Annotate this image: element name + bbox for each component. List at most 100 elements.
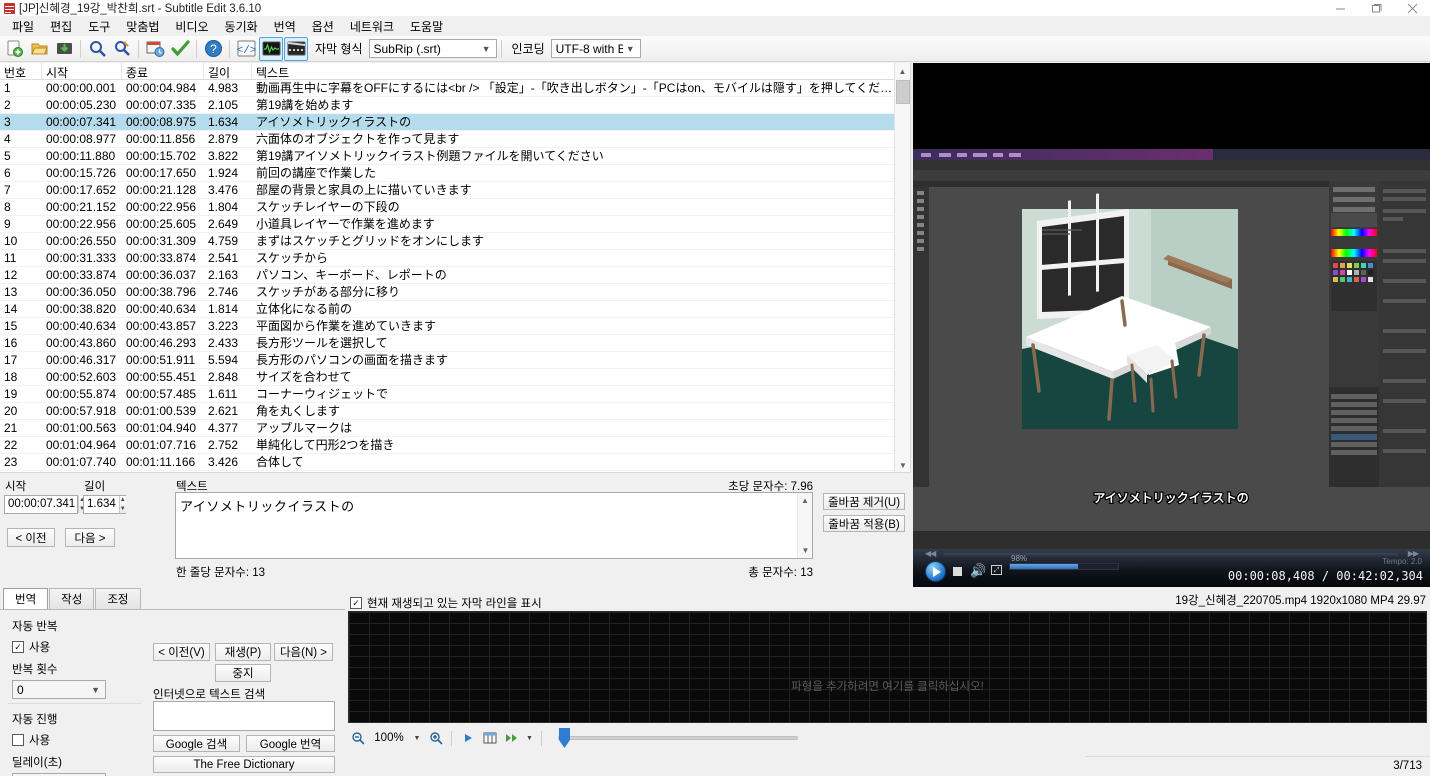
list-scrollbar[interactable]: ▲ ▼	[894, 63, 910, 472]
stepper-down-icon[interactable]: ▼	[120, 505, 126, 514]
unbreak-button[interactable]: 줄바꿈 제거(U)	[823, 493, 905, 510]
stepper-up-icon[interactable]: ▲	[120, 496, 126, 505]
menu-tools[interactable]: 도구	[80, 16, 118, 37]
list-body[interactable]: 1 00:00:00.001 00:00:04.984 4.983 動画再生中に字幕をO…	[0, 80, 910, 472]
zoom-out-icon[interactable]	[348, 729, 367, 748]
playback-next-button[interactable]: 다음(N) >	[274, 643, 333, 661]
start-time-input[interactable]: 00:00:07.341 ▲▼	[4, 495, 86, 514]
internet-search-input[interactable]	[153, 701, 335, 731]
table-row[interactable]: 10 00:00:26.550 00:00:31.309 4.759 まずはスケッチとグ…	[0, 233, 910, 250]
column-text[interactable]: 텍스트	[252, 63, 910, 79]
menu-sync[interactable]: 동기화	[217, 16, 266, 37]
maximize-button[interactable]	[1358, 0, 1394, 17]
spellcheck-icon[interactable]	[168, 37, 192, 61]
repeat-count-select[interactable]: 0 ▼	[12, 680, 106, 699]
free-dictionary-button[interactable]: The Free Dictionary	[153, 756, 335, 773]
waveform-toggle-icon[interactable]	[259, 36, 283, 61]
table-row[interactable]: 3 00:00:07.341 00:00:08.975 1.634 アイソメトリックイラ…	[0, 114, 910, 131]
auto-repeat-checkbox[interactable]: ✓ 사용	[12, 639, 142, 655]
text-scrollbar[interactable]: ▲ ▼	[797, 493, 812, 558]
waveform-hint[interactable]: 파형을 추가하려면 여기를 클릭하십시오!	[791, 678, 984, 694]
zoom-in-icon[interactable]	[426, 729, 445, 748]
playback-previous-button[interactable]: < 이전(V)	[153, 643, 210, 661]
table-row[interactable]: 2 00:00:05.230 00:00:07.335 2.105 第19講を始めます	[0, 97, 910, 114]
scroll-up-icon[interactable]: ▲	[798, 493, 812, 508]
subtitle-text-input[interactable]: アイソメトリックイラストの ▲ ▼	[175, 492, 813, 559]
scroll-up-icon[interactable]: ▲	[895, 63, 910, 79]
slider-thumb[interactable]	[559, 728, 570, 748]
table-row[interactable]: 21 00:01:00.563 00:01:04.940 4.377 アップルマークは	[0, 420, 910, 437]
table-row[interactable]: 13 00:00:36.050 00:00:38.796 2.746 スケッチがある部分…	[0, 284, 910, 301]
scroll-down-icon[interactable]: ▼	[798, 543, 812, 558]
auto-break-button[interactable]: 줄바꿈 적용(B)	[823, 515, 905, 532]
rewind-icon[interactable]: ◀◀	[925, 549, 936, 558]
replace-icon[interactable]	[110, 37, 134, 61]
fix-timing-icon[interactable]	[143, 37, 167, 61]
waveform-canvas[interactable]: 파형을 추가하려면 여기를 클릭하십시오!	[348, 611, 1427, 723]
tab-translate[interactable]: 번역	[3, 588, 49, 609]
previous-subtitle-button[interactable]: < 이전	[7, 528, 55, 547]
menu-spellcheck[interactable]: 맞춤법	[118, 16, 167, 37]
subtitle-list[interactable]: 번호 시작 종료 길이 텍스트 1 00:00:00.001 00:00:04.98…	[0, 63, 911, 473]
table-row[interactable]: 5 00:00:11.880 00:00:15.702 3.822 第19講アイソメトリ…	[0, 148, 910, 165]
chevron-down-icon[interactable]: ▼	[411, 729, 423, 748]
auto-continue-checkbox[interactable]: 사용	[12, 732, 142, 748]
waveform-position-slider[interactable]	[558, 728, 798, 748]
show-current-line-checkbox[interactable]: ✓ 현재 재생되고 있는 자막 라인을 표시	[350, 595, 542, 611]
waveform-zoom-value[interactable]: 100%	[370, 732, 408, 744]
column-number[interactable]: 번호	[0, 63, 42, 79]
close-button[interactable]	[1394, 0, 1430, 17]
column-start[interactable]: 시작	[42, 63, 122, 79]
find-icon[interactable]	[85, 37, 109, 61]
table-row[interactable]: 22 00:01:04.964 00:01:07.716 2.752 単純化して円形2つ…	[0, 437, 910, 454]
table-row[interactable]: 20 00:00:57.918 00:01:00.539 2.621 角を丸くします	[0, 403, 910, 420]
source-view-icon[interactable]: </>	[234, 37, 258, 61]
tab-adjust[interactable]: 조정	[95, 588, 141, 609]
table-row[interactable]: 23 00:01:07.740 00:01:11.166 3.426 合体して	[0, 454, 910, 471]
save-file-icon[interactable]	[52, 37, 76, 61]
table-row[interactable]: 4 00:00:08.977 00:00:11.856 2.879 六面体のオブジェクト…	[0, 131, 910, 148]
next-subtitle-button[interactable]: 다음 >	[65, 528, 115, 547]
fullscreen-icon[interactable]: ⤢	[991, 565, 1002, 575]
play-icon[interactable]	[458, 729, 477, 748]
menu-translate[interactable]: 번역	[266, 16, 304, 37]
video-frame[interactable]: アイソメトリックイラストの	[913, 149, 1430, 549]
menu-file[interactable]: 파일	[4, 16, 42, 37]
video-stop-button[interactable]	[953, 567, 962, 576]
table-row[interactable]: 17 00:00:46.317 00:00:51.911 5.594 長方形のパソコンの…	[0, 352, 910, 369]
table-row[interactable]: 16 00:00:43.860 00:00:46.293 2.433 長方形ツールを選択…	[0, 335, 910, 352]
speaker-icon[interactable]: 🔊	[970, 564, 986, 577]
table-row[interactable]: 8 00:00:21.152 00:00:22.956 1.804 スケッチレイヤーの下…	[0, 199, 910, 216]
volume-bar[interactable]	[1009, 563, 1119, 570]
table-row[interactable]: 11 00:00:31.333 00:00:33.874 2.541 スケッチから	[0, 250, 910, 267]
table-row[interactable]: 18 00:00:52.603 00:00:55.451 2.848 サイズを合わせて	[0, 369, 910, 386]
menu-network[interactable]: 네트워크	[342, 16, 402, 37]
fast-forward-icon[interactable]	[502, 729, 521, 748]
tab-create[interactable]: 작성	[49, 588, 95, 609]
open-file-icon[interactable]	[27, 37, 51, 61]
column-duration[interactable]: 길이	[204, 63, 252, 79]
table-row[interactable]: 1 00:00:00.001 00:00:04.984 4.983 動画再生中に字幕をO…	[0, 80, 910, 97]
volume-control[interactable]: 98%	[1009, 554, 1119, 570]
playback-play-button[interactable]: 재생(P)	[215, 643, 271, 661]
encoding-select[interactable]: UTF-8 with BOM ▼	[550, 39, 641, 58]
menu-help[interactable]: 도움말	[402, 16, 451, 37]
scroll-down-icon[interactable]: ▼	[895, 457, 910, 472]
table-row[interactable]: 12 00:00:33.874 00:00:36.037 2.163 パソコン、キーボー…	[0, 267, 910, 284]
scrollbar-thumb[interactable]	[896, 80, 910, 104]
table-row[interactable]: 19 00:00:55.874 00:00:57.485 1.611 コーナーウィジェッ…	[0, 386, 910, 403]
google-translate-button[interactable]: Google 번역	[246, 735, 335, 752]
chevron-down-icon[interactable]: ▼	[524, 729, 535, 748]
column-end[interactable]: 종료	[122, 63, 204, 79]
video-toggle-icon[interactable]	[284, 36, 308, 61]
duration-input[interactable]: 1.634 ▲ ▼	[83, 495, 126, 514]
playback-stop-button[interactable]: 중지	[215, 664, 271, 682]
new-file-icon[interactable]	[2, 37, 26, 61]
video-player-panel[interactable]: アイソメトリックイラストの ◀◀ ▶▶ 🔊 ⤢ 98% Tempo: 2.0 0…	[913, 63, 1430, 587]
table-row[interactable]: 9 00:00:22.956 00:00:25.605 2.649 小道具レイヤーで作業…	[0, 216, 910, 233]
table-row[interactable]: 7 00:00:17.652 00:00:21.128 3.476 部屋の背景と家具の上…	[0, 182, 910, 199]
video-play-button[interactable]	[925, 561, 946, 582]
menu-video[interactable]: 비디오	[167, 16, 216, 37]
table-row[interactable]: 15 00:00:40.634 00:00:43.857 3.223 平面図から作業を進…	[0, 318, 910, 335]
grid-icon[interactable]	[480, 729, 499, 748]
